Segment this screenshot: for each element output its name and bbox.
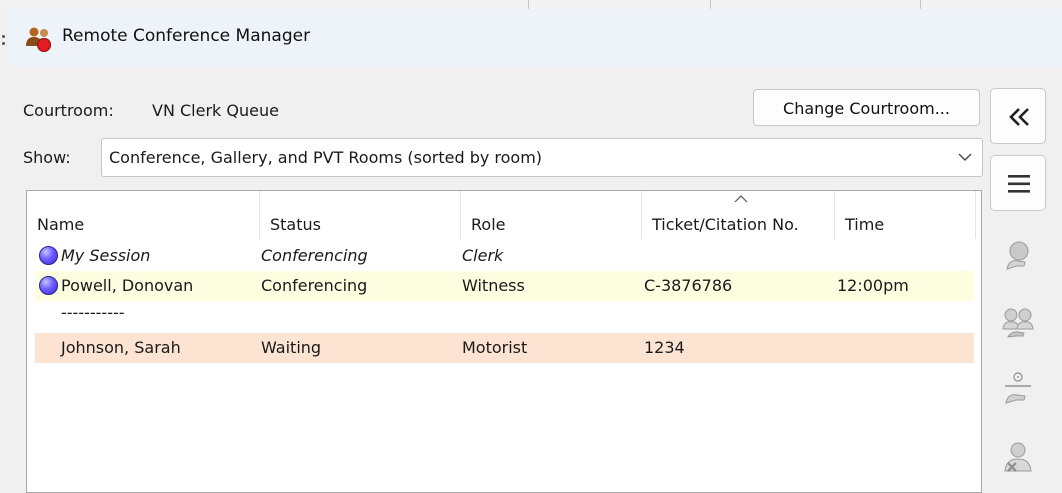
transfer-action-button[interactable]: [990, 361, 1046, 417]
row-status: Conferencing: [261, 246, 368, 265]
background-window-edge: [0, 9, 8, 493]
double-chevron-left-icon: [1009, 108, 1029, 126]
row-name: Powell, Donovan: [61, 276, 194, 295]
row-role: Witness: [462, 276, 525, 295]
show-filter-select[interactable]: Conference, Gallery, and PVT Rooms (sort…: [101, 138, 983, 177]
hamburger-menu-icon: [1008, 175, 1030, 193]
courtroom-value: VN Clerk Queue: [152, 101, 279, 120]
person-hand-icon: [1006, 241, 1029, 270]
list-item-powell[interactable]: Powell, Donovan Conferencing Witness C-3…: [35, 271, 974, 301]
conference-people-icon: [26, 27, 51, 52]
column-header-role[interactable]: Role: [461, 191, 641, 239]
group-action-button[interactable]: [990, 295, 1046, 351]
person-remove-icon: [1004, 442, 1032, 472]
row-status: Waiting: [261, 338, 322, 357]
row-role: Motorist: [462, 338, 528, 357]
chevron-down-icon: [958, 153, 972, 161]
collapse-panel-button[interactable]: [990, 88, 1046, 144]
column-header-ticket[interactable]: Ticket/Citation No.: [642, 191, 834, 239]
row-ticket: 1234: [644, 338, 685, 357]
group-people-icon: [1002, 308, 1034, 338]
sort-ascending-icon: [734, 195, 748, 203]
status-dot-icon: [39, 276, 58, 295]
show-label: Show:: [23, 148, 71, 167]
courtroom-label: Courtroom:: [23, 101, 114, 120]
list-item-johnson[interactable]: Johnson, Sarah Waiting Motorist 1234: [35, 333, 974, 363]
remove-person-button[interactable]: [990, 429, 1046, 485]
remote-conference-window: Remote Conference Manager Courtroom: VN …: [8, 9, 1062, 493]
list-header: Name Status Role Ticket/Citation No. Tim…: [27, 191, 981, 239]
list-separator-row: -----------: [35, 301, 974, 331]
show-filter-value: Conference, Gallery, and PVT Rooms (sort…: [109, 148, 543, 167]
column-header-status[interactable]: Status: [260, 191, 460, 239]
row-role: Clerk: [462, 246, 504, 265]
change-courtroom-button[interactable]: Change Courtroom...: [753, 89, 980, 126]
participants-list[interactable]: Name Status Role Ticket/Citation No. Tim…: [26, 190, 982, 493]
title-bar: Remote Conference Manager: [8, 9, 1062, 66]
person-action-button[interactable]: [990, 228, 1046, 284]
row-ticket: C-3876786: [644, 276, 733, 295]
row-separator: -----------: [61, 303, 125, 322]
person-transfer-icon: [1005, 372, 1031, 404]
column-header-time[interactable]: Time: [835, 191, 975, 239]
row-status: Conferencing: [261, 276, 368, 295]
window-title: Remote Conference Manager: [62, 26, 311, 46]
row-name: My Session: [61, 246, 151, 265]
row-name: Johnson, Sarah: [61, 338, 181, 357]
row-time: 12:00pm: [837, 276, 909, 295]
menu-button[interactable]: [990, 155, 1046, 211]
column-header-name[interactable]: Name: [27, 191, 259, 239]
list-item-my-session[interactable]: My Session Conferencing Clerk: [35, 241, 974, 271]
status-dot-icon: [39, 246, 58, 265]
